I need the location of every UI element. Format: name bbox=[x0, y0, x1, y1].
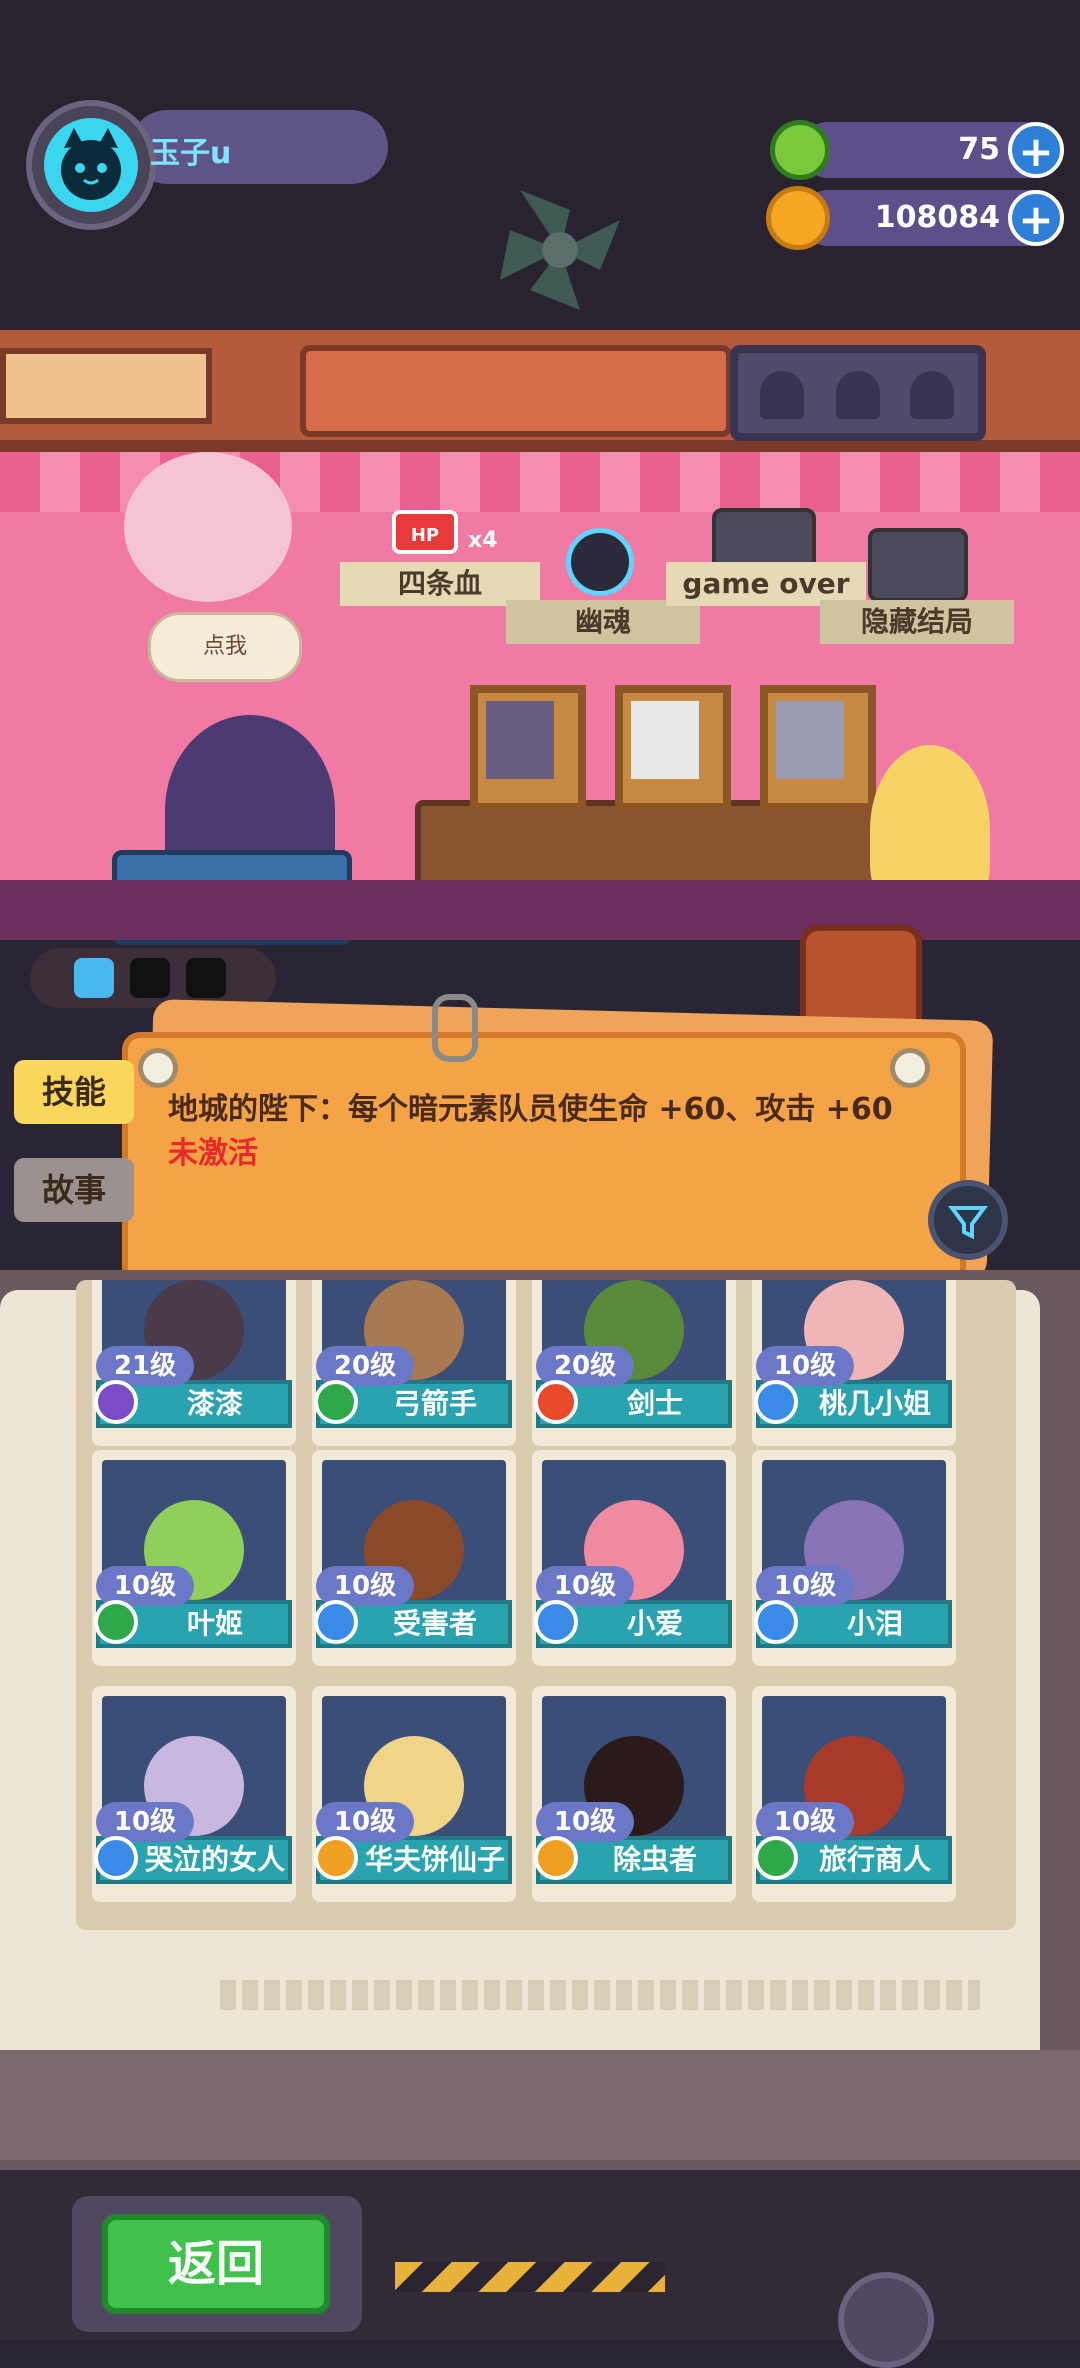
tv-icon bbox=[868, 528, 968, 602]
element-icon bbox=[534, 1836, 578, 1880]
add-gems-button[interactable]: + bbox=[1008, 122, 1064, 178]
skill-description: 地城的陛下：每个暗元素队员使生命 +60、攻击 +60 未激活 bbox=[168, 1088, 908, 1176]
hazard-stripes bbox=[395, 2262, 665, 2292]
hero-name: 华夫饼仙子 bbox=[364, 1843, 505, 1876]
gem-count: 75 bbox=[958, 132, 1000, 167]
ghost-icon bbox=[760, 371, 804, 419]
element-icon bbox=[534, 1380, 578, 1424]
portrait-frame bbox=[470, 685, 586, 811]
coin-icon bbox=[766, 186, 830, 250]
element-icon bbox=[94, 1380, 138, 1424]
hero-card[interactable]: 桃几小姐 10级 bbox=[752, 1280, 956, 1446]
shelf-panel bbox=[0, 348, 212, 424]
energy-icon bbox=[74, 958, 114, 998]
hero-card[interactable]: 剑士 20级 bbox=[532, 1280, 736, 1446]
pink-cloud bbox=[124, 452, 292, 602]
coin-count: 108084 bbox=[874, 200, 1000, 235]
element-icon bbox=[754, 1380, 798, 1424]
ending-flag-hidden[interactable]: 隐藏结局 bbox=[820, 600, 1014, 644]
hero-name: 旅行商人 bbox=[818, 1843, 931, 1876]
hero-card[interactable]: 受害者 10级 bbox=[312, 1450, 516, 1666]
hero-name: 漆漆 bbox=[186, 1387, 243, 1420]
element-icon bbox=[534, 1600, 578, 1644]
hero-name: 剑士 bbox=[626, 1387, 683, 1420]
round-decoration bbox=[838, 2272, 934, 2368]
element-icon bbox=[94, 1600, 138, 1644]
hero-name: 桃几小姐 bbox=[818, 1387, 931, 1420]
hero-card[interactable]: 漆漆 21级 bbox=[92, 1280, 296, 1446]
book-edge bbox=[0, 2050, 1080, 2160]
energy-empty-slot bbox=[130, 958, 170, 998]
hero-name: 弓箭手 bbox=[392, 1387, 477, 1420]
ghost-icon bbox=[836, 371, 880, 419]
element-icon bbox=[314, 1380, 358, 1424]
ghost-icon bbox=[910, 371, 954, 419]
hero-name: 除虫者 bbox=[612, 1843, 697, 1876]
hero-card[interactable]: 华夫饼仙子 10级 bbox=[312, 1686, 516, 1902]
portrait-frame bbox=[760, 685, 876, 811]
hero-card[interactable]: 小爱 10级 bbox=[532, 1450, 736, 1666]
hero-name: 叶姬 bbox=[186, 1607, 243, 1640]
tap-me-bubble[interactable]: 点我 bbox=[148, 612, 302, 682]
energy-empty-slot bbox=[186, 958, 226, 998]
element-icon bbox=[314, 1600, 358, 1644]
hp-multiplier: x4 bbox=[468, 528, 498, 553]
user-name: 玉子u bbox=[150, 136, 232, 171]
add-coins-button[interactable]: + bbox=[1008, 190, 1064, 246]
gem-icon bbox=[770, 120, 830, 180]
hp-icon: HP bbox=[392, 510, 458, 554]
filter-icon bbox=[948, 1206, 988, 1240]
hero-name: 受害者 bbox=[392, 1607, 477, 1640]
paper-clip-icon bbox=[432, 994, 478, 1062]
ending-flag-ghost[interactable]: 幽魂 bbox=[506, 600, 700, 644]
energy-bar bbox=[30, 948, 276, 1008]
back-button[interactable]: 返回 bbox=[102, 2214, 330, 2314]
hero-card[interactable]: 旅行商人 10级 bbox=[752, 1686, 956, 1902]
tab-story[interactable]: 故事 bbox=[14, 1158, 134, 1222]
element-icon bbox=[314, 1836, 358, 1880]
avatar[interactable] bbox=[26, 100, 156, 230]
hero-grid: 漆漆 21级 弓箭手 20级 剑士 20级 桃几小姐 10级 叶姬 10级 受害者 10级 小爱 10级小… bbox=[76, 1280, 1016, 1930]
shelf-vent bbox=[300, 345, 732, 437]
ghost-display bbox=[730, 345, 986, 441]
element-icon bbox=[754, 1600, 798, 1644]
skill-status: 未激活 bbox=[168, 1136, 258, 1171]
pin-icon bbox=[138, 1048, 178, 1088]
portrait-frame bbox=[615, 685, 731, 811]
pin-icon bbox=[890, 1048, 930, 1088]
filter-button[interactable] bbox=[928, 1180, 1008, 1260]
cat-avatar-icon bbox=[44, 118, 138, 212]
hero-card[interactable]: 哭泣的女人 10级 bbox=[92, 1686, 296, 1902]
hero-name: 小爱 bbox=[626, 1607, 683, 1640]
hero-card[interactable]: 叶姬 10级 bbox=[92, 1450, 296, 1666]
skill-text: 地城的陛下：每个暗元素队员使生命 +60、攻击 +60 bbox=[168, 1092, 893, 1127]
hero-name: 哭泣的女人 bbox=[144, 1843, 285, 1876]
tab-skill[interactable]: 技能 bbox=[14, 1060, 134, 1124]
hero-card[interactable]: 弓箭手 20级 bbox=[312, 1280, 516, 1446]
element-icon bbox=[754, 1836, 798, 1880]
ghost-skull-icon bbox=[566, 528, 634, 596]
blurred-text bbox=[220, 1980, 980, 2010]
hero-name: 小泪 bbox=[846, 1607, 903, 1640]
hero-card[interactable]: 除虫者 10级 bbox=[532, 1686, 736, 1902]
element-icon bbox=[94, 1836, 138, 1880]
fan-icon bbox=[480, 170, 640, 330]
hero-card[interactable]: 小泪 10级 bbox=[752, 1450, 956, 1666]
